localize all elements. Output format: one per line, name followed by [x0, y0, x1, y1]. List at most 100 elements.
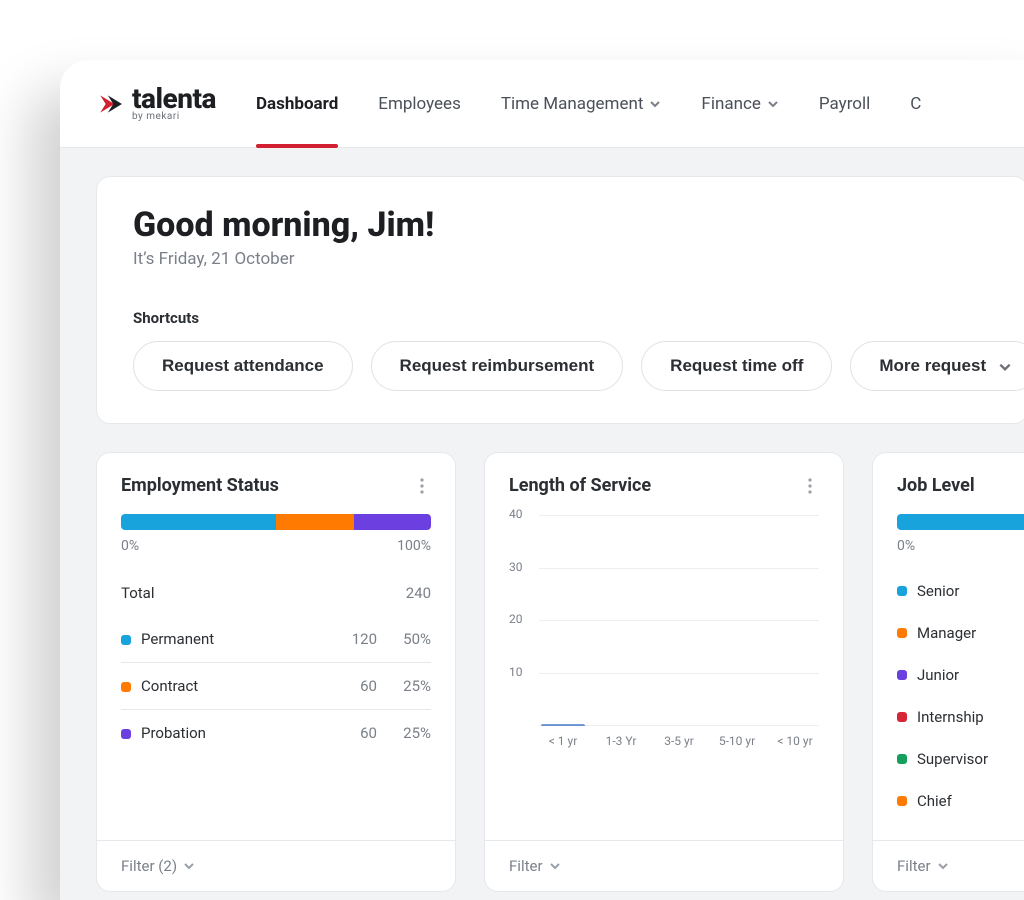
legend-label: Manager	[917, 624, 976, 642]
greeting-card: Good morning, Jim! It’s Friday, 21 Octob…	[96, 176, 1024, 424]
row-label: Contract	[121, 663, 322, 710]
ytick-label: 40	[509, 507, 523, 521]
filter-label: Filter	[897, 857, 931, 875]
row-label: Probation	[121, 710, 322, 757]
legend-item: Internship	[897, 696, 1024, 738]
card-title: Employment Status	[121, 475, 279, 496]
row-count: 120	[322, 616, 377, 663]
legend-item: Manager	[897, 612, 1024, 654]
main-nav: Dashboard Employees Time Management Fina…	[256, 88, 1024, 120]
employment-table: Total 240 Permanent12050%Contract6025%Pr…	[121, 570, 431, 756]
filter-label: Filter (2)	[121, 857, 177, 875]
los-filter[interactable]: Filter	[485, 840, 843, 891]
los-barchart: 010203040 < 1 yr1-3 Yr3-5 yr5-10 yr< 10 …	[509, 510, 819, 748]
bar	[541, 724, 585, 726]
brand-word: talenta	[132, 85, 216, 113]
joblevel-legend: SeniorManagerJuniorInternshipSupervisorC…	[897, 570, 1024, 822]
joblevel-filter[interactable]: Filter	[873, 840, 1024, 891]
chevron-down-icon	[549, 860, 561, 872]
cards-row: Employment Status 0% 100% Total 240	[96, 452, 1024, 892]
ytick-label: 10	[509, 665, 523, 679]
total-label: Total	[121, 570, 322, 616]
legend-label: Internship	[917, 708, 984, 726]
ytick-label: 20	[509, 612, 523, 626]
nav-dashboard[interactable]: Dashboard	[256, 88, 338, 120]
xtick-label: 1-3 Yr	[599, 734, 643, 748]
legend-dot	[897, 712, 907, 722]
table-row: Permanent12050%	[121, 616, 431, 663]
legend-dot	[121, 729, 131, 739]
bar-segment	[354, 514, 432, 530]
employment-filter[interactable]: Filter (2)	[97, 840, 455, 891]
nav-time-management[interactable]: Time Management	[501, 88, 662, 120]
row-pct: 50%	[377, 616, 431, 663]
row-count: 60	[322, 663, 377, 710]
brand-logo-icon	[96, 90, 124, 118]
scale-min: 0%	[121, 538, 139, 554]
legend-item: Supervisor	[897, 738, 1024, 780]
shortcut-more-request[interactable]: More request	[850, 341, 1024, 391]
card-employment-status: Employment Status 0% 100% Total 240	[96, 452, 456, 892]
joblevel-stacked-bar	[897, 514, 1024, 530]
legend-item: Junior	[897, 654, 1024, 696]
topbar: talenta by mekari Dashboard Employees Ti…	[60, 60, 1024, 148]
nav-finance[interactable]: Finance	[701, 88, 778, 120]
legend-label: Supervisor	[917, 750, 988, 768]
chevron-down-icon	[767, 98, 779, 110]
bars	[539, 516, 819, 726]
legend-dot	[897, 670, 907, 680]
xtick-label: < 10 yr	[773, 734, 817, 748]
total-value: 240	[322, 570, 431, 616]
row-count: 60	[322, 710, 377, 757]
kebab-menu-icon[interactable]	[801, 477, 819, 495]
xtick-label: < 1 yr	[541, 734, 585, 748]
filter-label: Filter	[509, 857, 543, 875]
legend-dot	[897, 628, 907, 638]
shortcuts-label: Shortcuts	[133, 309, 991, 327]
shortcuts-row: Request attendance Request reimbursement…	[133, 341, 991, 391]
ytick-label: 30	[509, 560, 523, 574]
content: Good morning, Jim! It’s Friday, 21 Octob…	[60, 148, 1024, 892]
employment-stacked-bar	[121, 514, 431, 530]
bar-column	[541, 724, 585, 726]
legend-item: Senior	[897, 570, 1024, 612]
legend-dot	[897, 586, 907, 596]
nav-label: Dashboard	[256, 94, 338, 114]
nav-label: Payroll	[819, 94, 870, 114]
greeting-title: Good morning, Jim!	[133, 205, 991, 245]
chevron-down-icon	[649, 98, 661, 110]
bar-segment	[121, 514, 276, 530]
nav-label: Time Management	[501, 94, 644, 114]
chevron-down-icon	[937, 860, 949, 872]
legend-dot	[121, 635, 131, 645]
pill-label: Request attendance	[162, 356, 324, 376]
card-length-of-service: Length of Service 010203040 < 1 yr1-3 Yr…	[484, 452, 844, 892]
xtick-label: 3-5 yr	[657, 734, 701, 748]
app-window: talenta by mekari Dashboard Employees Ti…	[60, 60, 1024, 900]
card-title: Length of Service	[509, 475, 651, 496]
chevron-down-icon	[183, 860, 195, 872]
row-label: Permanent	[121, 616, 322, 663]
shortcut-request-time-off[interactable]: Request time off	[641, 341, 832, 391]
scale-min: 0%	[897, 538, 915, 554]
legend-label: Junior	[917, 666, 959, 684]
row-pct: 25%	[377, 663, 431, 710]
shortcut-request-reimbursement[interactable]: Request reimbursement	[371, 341, 624, 391]
shortcut-request-attendance[interactable]: Request attendance	[133, 341, 353, 391]
card-job-level: Job Level 0% Senior Manager Junior Internsh…	[872, 452, 1024, 892]
table-row: Probation6025%	[121, 710, 431, 757]
card-title: Job Level	[897, 475, 975, 496]
scale-max: 100%	[397, 538, 431, 554]
table-row: Contract6025%	[121, 663, 431, 710]
table-row-total: Total 240	[121, 570, 431, 616]
nav-employees[interactable]: Employees	[378, 88, 461, 120]
nav-payroll[interactable]: Payroll	[819, 88, 870, 120]
xtick-label: 5-10 yr	[715, 734, 759, 748]
kebab-menu-icon[interactable]	[413, 477, 431, 495]
pill-label: Request time off	[670, 356, 803, 376]
bar-segment	[897, 514, 1024, 530]
chevron-down-icon	[998, 360, 1010, 372]
nav-overflow[interactable]: C	[910, 88, 921, 120]
legend-dot	[897, 796, 907, 806]
pill-label: More request	[879, 356, 986, 376]
